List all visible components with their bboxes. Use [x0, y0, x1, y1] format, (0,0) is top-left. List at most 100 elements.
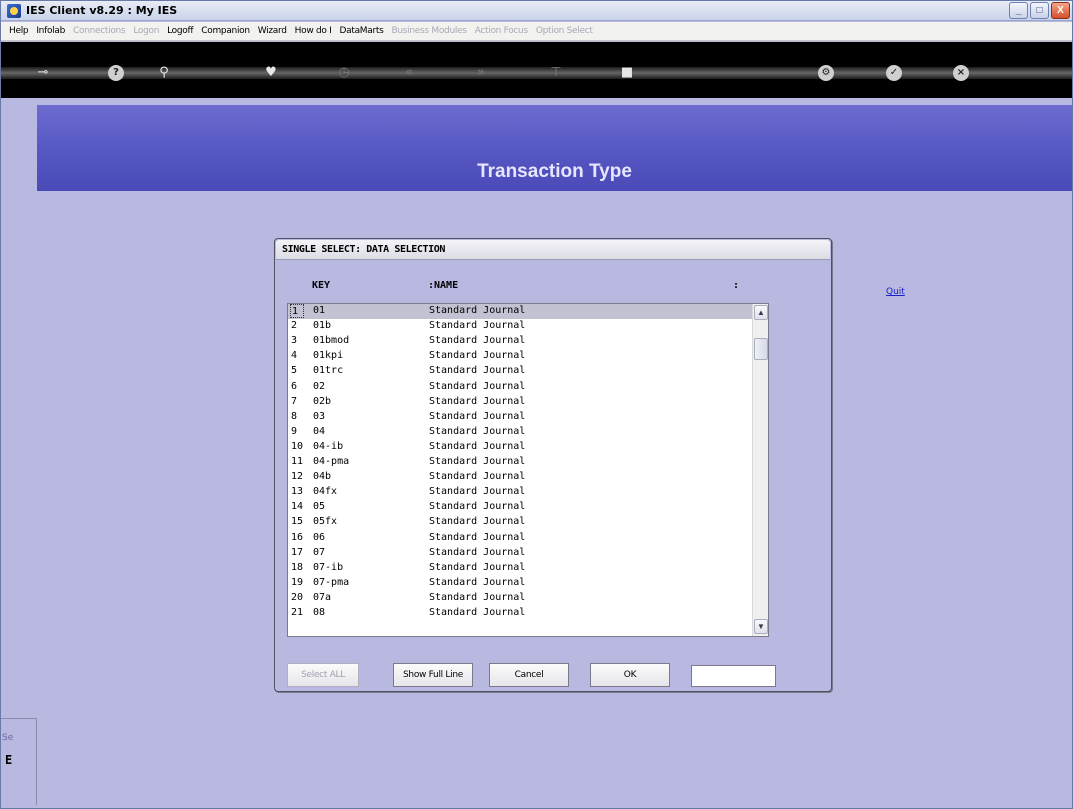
list-row[interactable]: 13 04fx Standard Journal [288, 485, 753, 500]
show-full-line-button[interactable]: Show Full Line [393, 663, 473, 687]
row-key: 01b [313, 320, 332, 332]
list-row[interactable]: 16 06 Standard Journal [288, 531, 753, 546]
scroll-thumb[interactable] [754, 338, 768, 360]
menu-item-business-modules[interactable]: Business Modules [388, 26, 471, 36]
rewind-icon[interactable]: « [401, 65, 417, 81]
row-key: 01 [313, 305, 326, 316]
list-scrollbar[interactable]: ▲ ▼ [752, 304, 768, 636]
row-key: 07-ib [313, 561, 344, 573]
scroll-up-icon[interactable]: ▲ [754, 305, 768, 320]
header-name: :NAME [428, 280, 459, 291]
row-key: 02b [313, 395, 332, 407]
list-row[interactable]: 11 04-pma Standard Journal [288, 455, 753, 470]
heart-icon[interactable]: ♥ [263, 65, 279, 81]
maximize-button[interactable]: □ [1030, 2, 1049, 19]
list-row[interactable]: 1 01 Standard Journal [288, 304, 753, 319]
row-number: 9 [291, 425, 298, 437]
row-number: 14 [291, 501, 304, 513]
row-name: Standard Journal [429, 501, 526, 513]
cancel-button[interactable]: Cancel [489, 663, 569, 687]
menu-item-logoff[interactable]: Logoff [163, 26, 197, 36]
exit-icon[interactable]: × [953, 65, 969, 81]
clock-icon[interactable]: ◷ [336, 65, 352, 81]
row-name: Standard Journal [429, 591, 526, 603]
list-row[interactable]: 20 07a Standard Journal [288, 591, 753, 606]
search-icon[interactable]: ⚲ [156, 65, 172, 81]
list-row[interactable]: 19 07-pma Standard Journal [288, 576, 753, 591]
row-key: 07 [313, 546, 326, 558]
list-row[interactable]: 12 04b Standard Journal [288, 470, 753, 485]
selection-input[interactable] [691, 665, 776, 687]
row-name: Standard Journal [429, 335, 526, 347]
row-name: Standard Journal [429, 395, 526, 407]
row-name: Standard Journal [429, 425, 526, 437]
list-row[interactable]: 7 02b Standard Journal [288, 395, 753, 410]
list-row[interactable]: 8 03 Standard Journal [288, 410, 753, 425]
page-title: Transaction Type [477, 161, 632, 182]
row-number: 19 [291, 576, 304, 588]
row-name: Standard Journal [429, 576, 526, 588]
side-panel-glyph[interactable]: E [5, 753, 12, 767]
select-all-button[interactable]: Select ALL [287, 663, 359, 687]
selection-list[interactable]: 21 08 Standard Journal 20 07a Standard Journa… [287, 303, 769, 637]
list-row[interactable]: 9 04 Standard Journal [288, 425, 753, 440]
row-number: 5 [291, 365, 298, 377]
list-row[interactable]: 3 01bmod Standard Journal [288, 334, 753, 349]
menu-item-connections[interactable]: Connections [69, 26, 129, 36]
row-name: Standard Journal [429, 410, 526, 422]
settings-icon[interactable]: ⚙ [818, 65, 834, 81]
list-row[interactable]: 6 02 Standard Journal [288, 380, 753, 395]
row-key: 01bmod [313, 335, 350, 347]
row-name: Standard Journal [429, 607, 526, 618]
row-key: 05 [313, 501, 326, 513]
menu-item-logon[interactable]: Logon [129, 26, 163, 36]
row-name: Standard Journal [429, 456, 526, 467]
row-name: Standard Journal [429, 380, 526, 392]
forward-icon[interactable]: » [473, 65, 489, 81]
side-panel-label: Se [2, 733, 14, 743]
close-button[interactable]: X [1051, 2, 1070, 19]
row-name: Standard Journal [429, 305, 526, 316]
menu-item-datamarts[interactable]: DataMarts [336, 26, 388, 36]
menu-bar: Help Infolab Connections Logon Logoff Compani… [1, 22, 1072, 41]
row-key: 04fx [313, 486, 338, 498]
list-row[interactable]: 21 08 Standard Journal [288, 606, 753, 621]
list-row[interactable]: 14 05 Standard Journal [288, 500, 753, 515]
check-icon[interactable]: ✓ [886, 65, 902, 81]
quit-link[interactable]: Quit [886, 287, 905, 297]
minimize-button[interactable]: _ [1009, 2, 1028, 19]
list-row[interactable]: 10 04-ib Standard Journal [288, 440, 753, 455]
help-icon[interactable]: ? [108, 65, 124, 81]
scroll-down-icon[interactable]: ▼ [754, 619, 768, 634]
menu-item-action-focus[interactable]: Action Focus [471, 26, 532, 36]
column-headers: KEY :NAME : [275, 280, 831, 294]
header-key: KEY [312, 280, 331, 291]
title-bar[interactable]: IES Client v8.29 : My IES _ □ X [1, 1, 1072, 21]
row-key: 02 [313, 380, 326, 392]
header-extra: : [733, 280, 740, 291]
row-key: 01kpi [313, 350, 344, 362]
menu-item-wizard[interactable]: Wizard [254, 26, 291, 36]
key-icon[interactable]: ⊸ [35, 65, 51, 81]
menu-item-help[interactable]: Help [5, 26, 32, 36]
list-row[interactable]: 18 07-ib Standard Journal [288, 561, 753, 576]
ok-button[interactable]: OK [590, 663, 670, 687]
row-key: 08 [313, 607, 326, 618]
row-number: 6 [291, 380, 298, 392]
menu-item-how-do-i[interactable]: How do I [291, 26, 336, 36]
row-key: 07a [313, 591, 332, 603]
row-name: Standard Journal [429, 546, 526, 558]
list-row[interactable]: 15 05fx Standard Journal [288, 515, 753, 530]
menu-item-option-select[interactable]: Option Select [532, 26, 597, 36]
list-row[interactable]: 4 01kpi Standard Journal [288, 349, 753, 364]
menu-item-companion[interactable]: Companion [197, 26, 254, 36]
row-number: 16 [291, 531, 304, 543]
list-row[interactable]: 2 01b Standard Journal [288, 319, 753, 334]
row-number: 20 [291, 591, 304, 603]
list-row[interactable]: 5 01trc Standard Journal [288, 364, 753, 379]
menu-item-infolab[interactable]: Infolab [32, 26, 69, 36]
row-key: 07-pma [313, 576, 350, 588]
list-row[interactable]: 17 07 Standard Journal [288, 546, 753, 561]
stop-icon[interactable]: ■ [619, 65, 635, 81]
tree-icon[interactable]: ⊤ [548, 65, 564, 81]
